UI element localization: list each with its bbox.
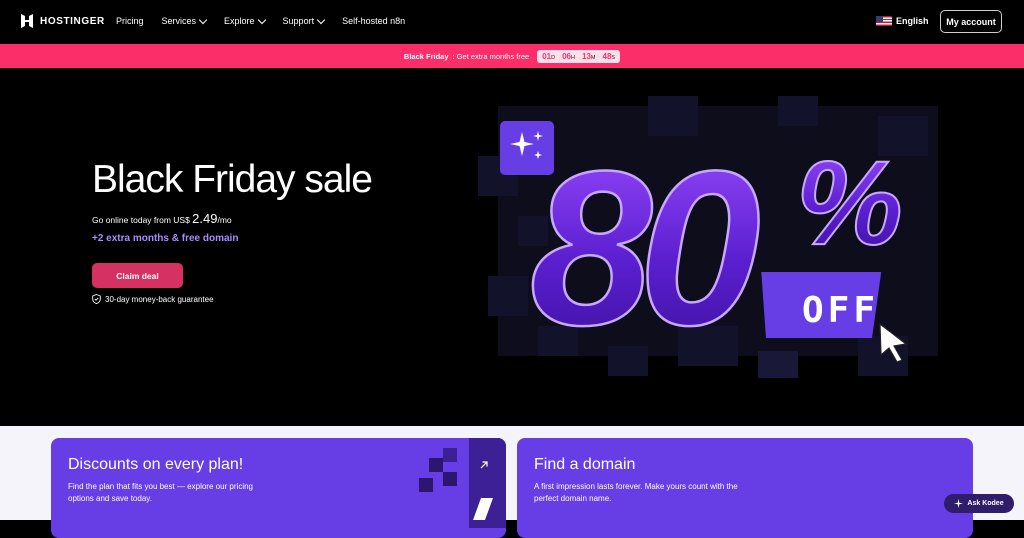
- discounts-card-title: Discounts on every plan!: [68, 456, 244, 473]
- hostinger-logo-icon: [21, 14, 33, 28]
- promo-off: OFF: [802, 290, 879, 331]
- hero-title: Black Friday sale: [92, 158, 373, 201]
- nav-n8n[interactable]: Self-hosted n8n: [342, 16, 405, 26]
- countdown-seconds: 48S: [602, 51, 616, 61]
- countdown-days: 01D: [542, 51, 556, 61]
- promo-number: 80: [530, 125, 759, 371]
- banner-text: : Get extra months free: [452, 51, 530, 61]
- arrow-up-right-icon: [480, 461, 488, 469]
- find-domain-card-title: Find a domain: [534, 456, 636, 473]
- nav-services-label: Services: [161, 16, 197, 26]
- kodee-icon: [954, 499, 964, 508]
- chevron-down-icon: [257, 15, 266, 24]
- find-domain-card[interactable]: Find a domain A first impression lasts f…: [517, 438, 973, 538]
- language-selector[interactable]: English: [876, 16, 929, 26]
- guarantee-note: 30-day money-back guarantee: [92, 294, 214, 304]
- nav-pricing[interactable]: Pricing: [116, 16, 144, 26]
- nav-n8n-label: Self-hosted n8n: [342, 16, 406, 26]
- discounts-card-text: Find the plan that fits you best — explo…: [68, 482, 253, 503]
- promo-graphic: 80 % OFF: [478, 96, 938, 378]
- promo-banner[interactable]: Black Friday: Get extra months free 01D …: [0, 44, 1024, 68]
- ask-kodee-button[interactable]: Ask Kodee: [944, 494, 1014, 513]
- hero-extra-offer: +2 extra months & free domain: [92, 233, 239, 244]
- my-account-button[interactable]: My account: [940, 10, 1002, 33]
- find-domain-card-text: A first impression lasts forever. Make y…: [534, 482, 738, 503]
- hero-section: Black Friday sale Go online today from U…: [0, 68, 1024, 426]
- language-label: English: [896, 16, 929, 26]
- claim-deal-button[interactable]: Claim deal: [92, 263, 183, 288]
- hero-sub-prefix: Go online today from US$: [92, 215, 193, 225]
- hostinger-logo[interactable]: HOSTINGER: [20, 14, 105, 28]
- promo-cards-section: Discounts on every plan! Find the plan t…: [0, 426, 1024, 538]
- chevron-down-icon: [316, 15, 326, 24]
- nav-explore-label: Explore: [224, 16, 255, 26]
- countdown-minutes: 13M: [582, 51, 596, 61]
- nav-links: Pricing Services Explore Support Self-ho…: [116, 15, 405, 26]
- logo-text: HOSTINGER: [40, 15, 105, 27]
- us-flag-icon: [876, 16, 892, 26]
- nav-support[interactable]: Support: [282, 15, 326, 26]
- countdown-timer: 01D 06H 13M 48S: [537, 49, 621, 63]
- shield-icon: [92, 294, 101, 304]
- off-badge: OFF: [761, 272, 882, 338]
- nav-support-label: Support: [282, 16, 315, 26]
- chevron-down-icon: [198, 15, 208, 24]
- hero-subtitle: Go online today from US$ 2.49/mo: [92, 211, 232, 226]
- hero-price-unit: /mo: [217, 215, 232, 225]
- hero-price: 2.49: [192, 211, 218, 226]
- discounts-card[interactable]: Discounts on every plan! Find the plan t…: [51, 438, 506, 538]
- ask-kodee-label: Ask Kodee: [967, 500, 1004, 507]
- nav-explore[interactable]: Explore: [224, 15, 266, 26]
- promo-percent: %: [796, 136, 903, 270]
- banner-bold: Black Friday: [403, 51, 449, 61]
- card-pixel-decoration: [419, 438, 506, 528]
- nav-services[interactable]: Services: [161, 15, 208, 26]
- top-nav: HOSTINGER Pricing Services Explore Suppo…: [0, 0, 1024, 44]
- guarantee-text: 30-day money-back guarantee: [105, 294, 214, 304]
- countdown-hours: 06H: [562, 51, 575, 61]
- nav-pricing-label: Pricing: [116, 16, 144, 26]
